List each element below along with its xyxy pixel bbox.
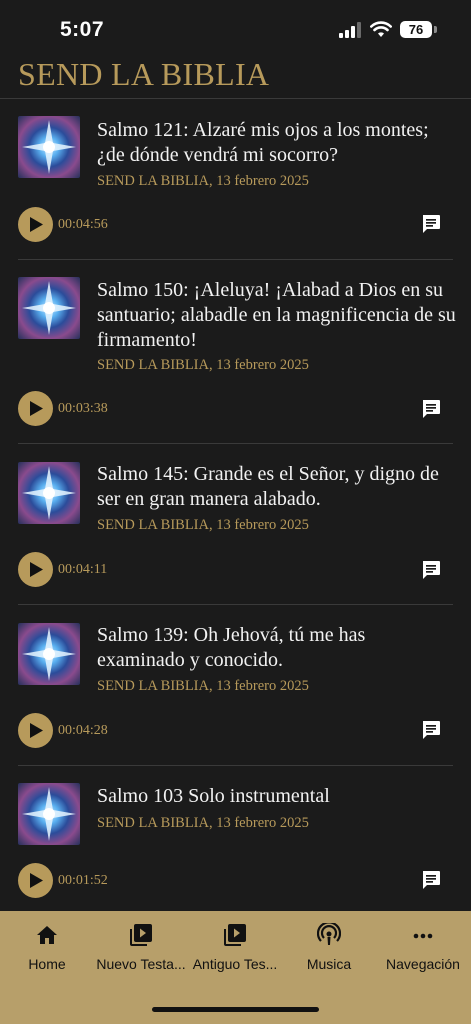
tab-musica[interactable]: Musica xyxy=(282,911,376,991)
episode-meta: SEND LA BIBLIA, 13 febrero 2025 xyxy=(97,173,309,189)
video-library-icon xyxy=(130,924,152,946)
play-button[interactable] xyxy=(18,207,53,242)
episode-item[interactable]: Salmo 103 Solo instrumental SEND LA BIBL… xyxy=(0,766,471,911)
episode-duration: 00:04:28 xyxy=(58,723,108,738)
play-icon xyxy=(30,401,43,416)
play-button[interactable] xyxy=(18,713,53,748)
play-icon xyxy=(30,562,43,577)
episode-meta: SEND LA BIBLIA, 13 febrero 2025 xyxy=(97,357,309,373)
episode-meta: SEND LA BIBLIA, 13 febrero 2025 xyxy=(97,517,309,533)
episode-item[interactable]: Salmo 139: Oh Jehová, tú me has examinad… xyxy=(0,605,471,766)
tab-label: Navegación xyxy=(386,956,460,972)
episode-item[interactable]: Salmo 121: Alzaré mis ojos a los montes;… xyxy=(0,99,471,260)
tab-antiguo-testamento[interactable]: Antiguo Tes... xyxy=(188,911,282,991)
episode-title[interactable]: Salmo 103 Solo instrumental xyxy=(97,784,457,809)
episode-meta: SEND LA BIBLIA, 13 febrero 2025 xyxy=(97,678,309,694)
episode-item[interactable]: Salmo 150: ¡Aleluya! ¡Alabad a Dios en s… xyxy=(0,260,471,444)
episode-duration: 00:04:56 xyxy=(58,217,108,232)
episode-title[interactable]: Salmo 139: Oh Jehová, tú me has examinad… xyxy=(97,623,457,673)
tab-home[interactable]: Home xyxy=(0,911,94,991)
comment-icon[interactable] xyxy=(421,870,441,890)
wifi-icon xyxy=(370,21,392,37)
video-library-icon xyxy=(224,924,246,946)
more-icon xyxy=(413,933,433,939)
episode-artwork xyxy=(18,462,80,524)
battery-cap xyxy=(434,26,437,33)
episode-title[interactable]: Salmo 145: Grande es el Señor, y digno d… xyxy=(97,462,457,512)
home-indicator[interactable] xyxy=(152,1007,319,1012)
comment-icon[interactable] xyxy=(421,560,441,580)
episode-title[interactable]: Salmo 150: ¡Aleluya! ¡Alabad a Dios en s… xyxy=(97,278,457,353)
battery-icon: 76 xyxy=(400,21,432,38)
episode-item[interactable]: Salmo 145: Grande es el Señor, y digno d… xyxy=(0,444,471,605)
tab-label: Home xyxy=(28,956,66,972)
tab-label: Antiguo Tes... xyxy=(192,956,278,972)
podcast-icon xyxy=(317,923,341,945)
play-icon xyxy=(30,873,43,888)
comment-icon[interactable] xyxy=(421,720,441,740)
tab-navegacion[interactable]: Navegación xyxy=(376,911,470,991)
episode-artwork xyxy=(18,116,80,178)
play-button[interactable] xyxy=(18,863,53,898)
episode-artwork xyxy=(18,623,80,685)
home-icon xyxy=(37,926,57,944)
status-time: 5:07 xyxy=(60,18,105,41)
cellular-signal-icon xyxy=(339,22,363,38)
play-button[interactable] xyxy=(18,552,53,587)
app-title: SEND LA BIBLIA xyxy=(18,56,270,92)
episode-duration: 00:03:38 xyxy=(58,401,108,416)
tab-nuevo-testamento[interactable]: Nuevo Testa... xyxy=(94,911,188,991)
comment-icon[interactable] xyxy=(421,214,441,234)
play-icon xyxy=(30,723,43,738)
status-bar: 5:07 76 xyxy=(0,0,471,56)
play-icon xyxy=(30,217,43,232)
comment-icon[interactable] xyxy=(421,399,441,419)
play-button[interactable] xyxy=(18,391,53,426)
episode-artwork xyxy=(18,783,80,845)
episode-duration: 00:04:11 xyxy=(58,562,108,577)
tab-label: Nuevo Testa... xyxy=(96,956,186,972)
episode-title[interactable]: Salmo 121: Alzaré mis ojos a los montes;… xyxy=(97,118,457,168)
episode-artwork xyxy=(18,277,80,339)
episode-meta: SEND LA BIBLIA, 13 febrero 2025 xyxy=(97,815,309,831)
tab-label: Musica xyxy=(306,956,352,972)
episode-duration: 00:01:52 xyxy=(58,873,108,888)
